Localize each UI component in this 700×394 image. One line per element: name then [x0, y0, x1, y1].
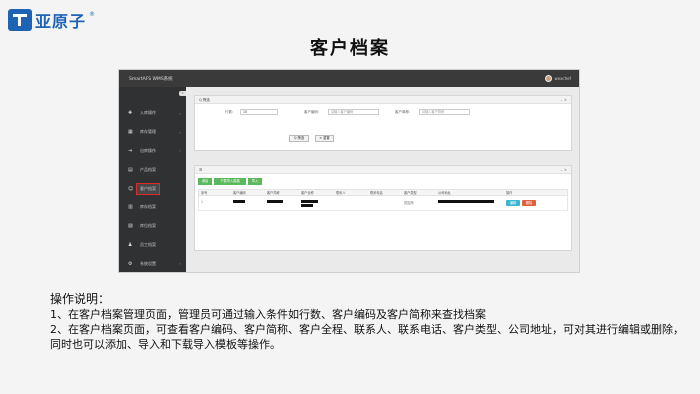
filter-panel-title: Q 筛选: [199, 98, 210, 102]
panel-controls-icon[interactable]: ⌄ ✕: [560, 166, 567, 174]
sidebar-item-settings[interactable]: ⚙ 系统设置 ›: [119, 254, 186, 273]
sidebar-item-label: 系统设置: [140, 260, 156, 266]
sign-out-icon: ⇥: [128, 147, 133, 154]
redacted-code: [233, 200, 245, 203]
main-content: Q 筛选 ⌄ ✕ 行数: 15 客户编码: 请输入客户编码 客户简称: 请输入客…: [188, 89, 576, 269]
sidebar-item-label: 员工档案: [140, 241, 156, 247]
registered-mark: ®: [89, 10, 96, 18]
app-screenshot: SmartAFS WMS系统 wxxchef « ✚ 入库操作 › ▦ 库存管理 › ⇥…: [118, 69, 580, 273]
instructions: 操作说明： 1、在客户档案管理页面，管理员可通过输入条件如行数、客户编码及客户简…: [50, 292, 690, 352]
table-header: 序号 客户编码 客户简称 客户全称 联系人 联系电话 客户类型 公司地址 操作: [198, 189, 568, 196]
warehouse-icon: ▥: [128, 204, 133, 211]
person-icon: ♟: [128, 241, 133, 248]
users-icon: ☺: [128, 185, 134, 192]
rows-label: 行数:: [225, 110, 234, 114]
logo-text: 亚原子: [35, 12, 87, 31]
sidebar-item-label: 出库操作: [140, 147, 156, 153]
location-icon: ▨: [128, 223, 133, 230]
customer-code-input[interactable]: 请输入客户编码: [328, 109, 379, 115]
table-row: 1 供应商 编辑 删除: [198, 196, 568, 211]
logo-icon: [8, 9, 32, 31]
collapse-sidebar-icon[interactable]: «: [179, 91, 186, 96]
add-button[interactable]: 添加: [198, 178, 212, 185]
list-panel-header: ☰ ⌄ ✕: [195, 166, 571, 174]
download-template-button[interactable]: 下载导入模板: [214, 178, 246, 185]
user-name: wxxchef: [554, 76, 571, 81]
avatar: [545, 75, 553, 82]
sidebar-item-staff[interactable]: ♟ 员工档案: [119, 236, 186, 255]
plus-icon: ✚: [128, 110, 133, 117]
sidebar-item-label: 入库操作: [140, 110, 156, 116]
sidebar-menu: ✚ 入库操作 › ▦ 库存管理 › ⇥ 出库操作 › ▤ 产品档案 ☺ 客户档案 ▥ 库存档案 ▨…: [119, 104, 186, 273]
chevron-right-icon: ›: [179, 261, 181, 267]
sidebar-item-label: 库位档案: [140, 223, 156, 229]
sidebar-item-label: 库存档案: [140, 204, 156, 210]
import-button[interactable]: 导入: [248, 178, 262, 185]
customer-short-label: 客户简称:: [395, 110, 411, 114]
sidebar-item-inventory[interactable]: ▦ 库存管理 ›: [119, 123, 186, 142]
sidebar-item-stock[interactable]: ▥ 库存档案: [119, 198, 186, 217]
panel-controls-icon[interactable]: ⌄ ✕: [560, 96, 567, 104]
chevron-right-icon: ›: [179, 148, 181, 154]
user-menu[interactable]: wxxchef: [545, 75, 571, 82]
sidebar-item-inbound[interactable]: ✚ 入库操作 ›: [119, 104, 186, 123]
sidebar-item-label: 库存管理: [140, 129, 156, 135]
gear-icon: ⚙: [128, 260, 133, 267]
row-index: 1: [201, 200, 204, 204]
customer-short-input[interactable]: 请输入客户简称: [419, 109, 470, 115]
redacted-full-name: [301, 204, 313, 207]
edit-button[interactable]: 编辑: [506, 200, 520, 206]
instructions-line-1: 1、在客户档案管理页面，管理员可通过输入条件如行数、客户编码及客户简称来查找档案: [50, 308, 486, 321]
delete-button[interactable]: 删除: [522, 200, 536, 206]
reset-button[interactable]: ✕ 重置: [315, 135, 334, 142]
list-panel: ☰ ⌄ ✕ 添加 下载导入模板 导入 序号 客户编码 客户简称 客户全称 联系人…: [194, 165, 572, 251]
sidebar: « ✚ 入库操作 › ▦ 库存管理 › ⇥ 出库操作 › ▤ 产品档案 ☺ 客户档案 ▥ 库存档案…: [119, 87, 186, 272]
slide-title: 客户档案: [310, 38, 390, 59]
chevron-right-icon: ›: [179, 129, 181, 135]
top-bar: SmartAFS WMS系统 wxxchef: [119, 70, 579, 87]
search-button[interactable]: Q 筛选: [289, 135, 309, 142]
logo: 亚原子 ®: [8, 8, 95, 32]
customer-type: 供应商: [404, 201, 414, 205]
customer-code-label: 客户编码:: [304, 110, 320, 114]
sidebar-item-label: 产品档案: [140, 166, 156, 172]
grid-icon: ▦: [128, 129, 133, 136]
sidebar-item-locations[interactable]: ▨ 库位档案: [119, 217, 186, 236]
rows-input[interactable]: 15: [240, 109, 278, 115]
instructions-title: 操作说明：: [50, 292, 111, 306]
redacted-address: [438, 200, 494, 203]
list-icon: ☰: [199, 168, 203, 172]
chevron-right-icon: ›: [179, 110, 181, 116]
redacted-full-name: [301, 200, 318, 203]
sidebar-item-products[interactable]: ▤ 产品档案: [119, 160, 186, 179]
system-name: SmartAFS WMS系统: [129, 76, 173, 82]
sidebar-item-label: 客户档案: [136, 182, 160, 195]
filter-panel: Q 筛选 ⌄ ✕ 行数: 15 客户编码: 请输入客户编码 客户简称: 请输入客…: [194, 95, 572, 151]
filter-panel-header: Q 筛选 ⌄ ✕: [195, 96, 571, 104]
product-icon: ▤: [128, 166, 133, 173]
redacted-short-name: [267, 200, 283, 203]
sidebar-item-customers[interactable]: ☺ 客户档案: [119, 179, 186, 198]
sidebar-item-outbound[interactable]: ⇥ 出库操作 ›: [119, 142, 186, 161]
instructions-line-2: 2、在客户档案页面，可查看客户编码、客户简称、客户全程、联系人、联系电话、客户类…: [50, 323, 684, 351]
